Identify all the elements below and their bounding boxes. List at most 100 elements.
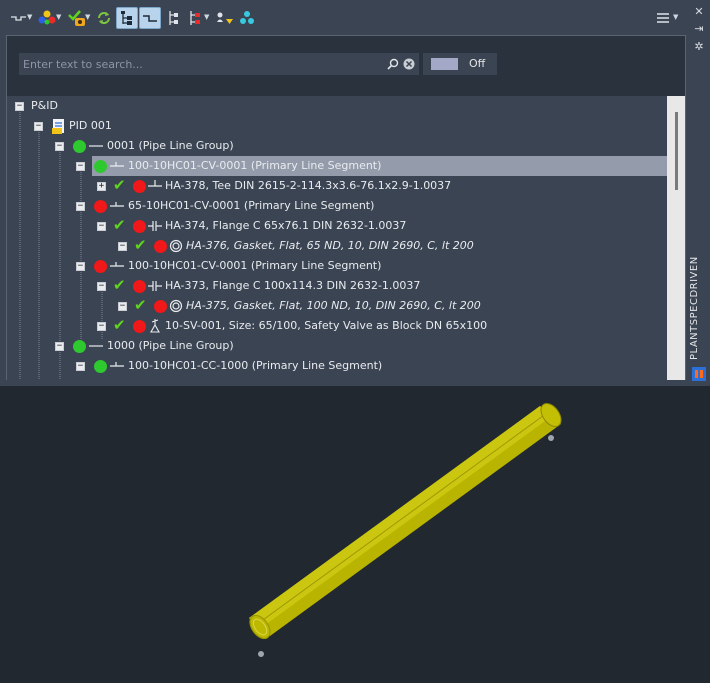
collapse-toggle[interactable]: −	[76, 162, 85, 171]
hierarchy-colored-button[interactable]	[186, 7, 206, 29]
collapse-icon[interactable]: ⇥	[692, 22, 706, 36]
model-viewport[interactable]	[0, 386, 710, 680]
segment-icon	[110, 362, 124, 367]
tree-structure-button[interactable]	[116, 7, 138, 29]
tree-row[interactable]: − ✔ HA-374, Flange C 65x76.1 DIN 2632-1.…	[7, 216, 667, 236]
close-icon[interactable]: ✕	[692, 5, 706, 19]
connection-point-icon	[258, 651, 264, 657]
refresh-icon	[98, 12, 110, 24]
collapse-toggle[interactable]: −	[76, 362, 85, 371]
pipe-3d-model[interactable]	[0, 386, 710, 680]
status-error-icon	[154, 240, 167, 253]
segment-icon	[110, 162, 124, 167]
tree-row-label: 0001 (Pipe Line Group)	[107, 139, 234, 152]
search-input[interactable]	[23, 53, 378, 75]
person-marker-icon	[217, 12, 233, 24]
hierarchy-button[interactable]	[165, 7, 181, 29]
tree-row[interactable]: − ✔ HA-373, Flange C 100x114.3 DIN 2632-…	[7, 276, 667, 296]
collapse-toggle[interactable]: −	[97, 282, 106, 291]
tree-row-label: 1000 (Pipe Line Group)	[107, 339, 234, 352]
status-error-icon	[94, 200, 107, 213]
tree-row[interactable]: − 65-10HC01-CV-0001 (Primary Line Segmen…	[7, 196, 667, 216]
palette-title: PLANTSPECDRIVEN	[689, 256, 700, 360]
check-status-icon	[68, 10, 85, 26]
color-filter-button[interactable]	[36, 7, 58, 29]
tree-row-selected[interactable]: − 100-10HC01-CV-0001 (Primary Line Segme…	[7, 156, 667, 176]
tree-row-label: HA-373, Flange C 100x114.3 DIN 2632-1.00…	[165, 279, 421, 292]
check-icon: ✔	[113, 216, 126, 234]
tree-row[interactable]: − ✔ HA-375, Gasket, Flat, 100 ND, 10, DI…	[7, 296, 667, 316]
chevron-down-icon[interactable]: ▼	[85, 13, 90, 21]
settings-icon[interactable]: ✲	[692, 40, 706, 54]
status-error-icon	[133, 180, 146, 193]
tree-row[interactable]: − 1000 (Pipe Line Group)	[7, 336, 667, 356]
tree-row[interactable]: − 0001 (Pipe Line Group)	[7, 136, 667, 156]
chevron-down-icon[interactable]: ▼	[56, 13, 61, 21]
collapse-toggle[interactable]: −	[34, 122, 43, 131]
network-icon	[240, 11, 254, 24]
chevron-down-icon[interactable]: ▼	[27, 13, 32, 21]
hierarchy-colored-icon	[190, 11, 200, 25]
network-button[interactable]	[237, 7, 257, 29]
menu-button[interactable]	[654, 7, 672, 29]
tree-row[interactable]: − 100-10HC01-CC-1000 (Primary Line Segme…	[7, 356, 667, 376]
segment-icon	[110, 202, 124, 207]
tree-row-label: HA-374, Flange C 65x76.1 DIN 2632-1.0037	[165, 219, 407, 232]
refresh-button[interactable]	[94, 7, 114, 29]
tree-row[interactable]: − P&ID	[7, 96, 667, 116]
toggle-swatch[interactable]	[431, 58, 458, 70]
tee-icon	[148, 180, 162, 187]
collapse-toggle[interactable]: −	[97, 222, 106, 231]
collapse-toggle[interactable]: −	[76, 262, 85, 271]
tree-row[interactable]: − ✔ 10-SV-001, Size: 65/100, Safety Valv…	[7, 316, 667, 336]
status-error-icon	[133, 320, 146, 333]
tree-row-label: 100-10HC01-CC-1000 (Primary Line Segment…	[128, 359, 383, 372]
check-icon: ✔	[113, 316, 126, 334]
collapse-toggle[interactable]: −	[118, 302, 127, 311]
hierarchy-icon	[169, 11, 178, 25]
tree-row[interactable]: − ✔ HA-376, Gasket, Flat, 65 ND, 10, DIN…	[7, 236, 667, 256]
plantspec-app-icon[interactable]	[692, 367, 706, 381]
expand-toggle[interactable]: +	[97, 182, 106, 191]
collapse-toggle[interactable]: −	[97, 322, 106, 331]
vertical-scrollbar[interactable]	[667, 96, 685, 380]
scrollbar-thumb[interactable]	[675, 112, 678, 190]
chevron-down-icon[interactable]: ▼	[204, 13, 209, 21]
status-error-icon	[154, 300, 167, 313]
tree-row-label: HA-376, Gasket, Flat, 65 ND, 10, DIN 269…	[186, 239, 474, 252]
collapse-toggle[interactable]: −	[76, 202, 85, 211]
pid-document-icon	[52, 119, 64, 134]
tree-structure-icon	[121, 11, 132, 25]
collapse-toggle[interactable]: −	[15, 102, 24, 111]
tree-row-label: 100-10HC01-CV-0001 (Primary Line Segment…	[128, 159, 382, 172]
status-ok-icon	[94, 160, 107, 173]
tree-row[interactable]: − 100-10HC01-CV-0001 (Primary Line Segme…	[7, 256, 667, 276]
tree-row-label: 65-10HC01-CV-0001 (Primary Line Segment)	[128, 199, 375, 212]
collapse-toggle[interactable]: −	[55, 142, 64, 151]
tree-row-label: P&ID	[31, 99, 58, 112]
check-icon: ✔	[113, 176, 126, 194]
gasket-icon	[169, 299, 183, 313]
explorer-content: Off − P&ID −	[6, 35, 686, 380]
clear-search-icon[interactable]	[403, 58, 415, 70]
gasket-icon	[169, 239, 183, 253]
filter-toggle[interactable]: Off	[423, 53, 497, 75]
segment-button[interactable]	[139, 7, 161, 29]
connection-point-icon	[548, 435, 554, 441]
flange-icon	[148, 221, 162, 231]
segment-icon	[110, 262, 124, 267]
collapse-toggle[interactable]: −	[55, 342, 64, 351]
tree-row[interactable]: + ✔ HA-378, Tee DIN 2615-2-114.3x3.6-76.…	[7, 176, 667, 196]
tree-row[interactable]: − PID 001	[7, 116, 667, 136]
safety-valve-icon	[150, 319, 160, 333]
status-ok-icon	[73, 340, 86, 353]
person-marker-button[interactable]	[214, 7, 236, 29]
pipe-line-icon	[89, 145, 103, 147]
tree-row-label: HA-375, Gasket, Flat, 100 ND, 10, DIN 26…	[186, 299, 481, 312]
check-icon: ✔	[134, 296, 147, 314]
collapse-toggle[interactable]: −	[118, 242, 127, 251]
chevron-down-icon[interactable]: ▼	[673, 13, 678, 21]
search-icon[interactable]	[387, 58, 399, 70]
toolbar: ▼ ▼ ▼ ▼ ▼	[0, 0, 688, 35]
status-error-icon	[94, 260, 107, 273]
